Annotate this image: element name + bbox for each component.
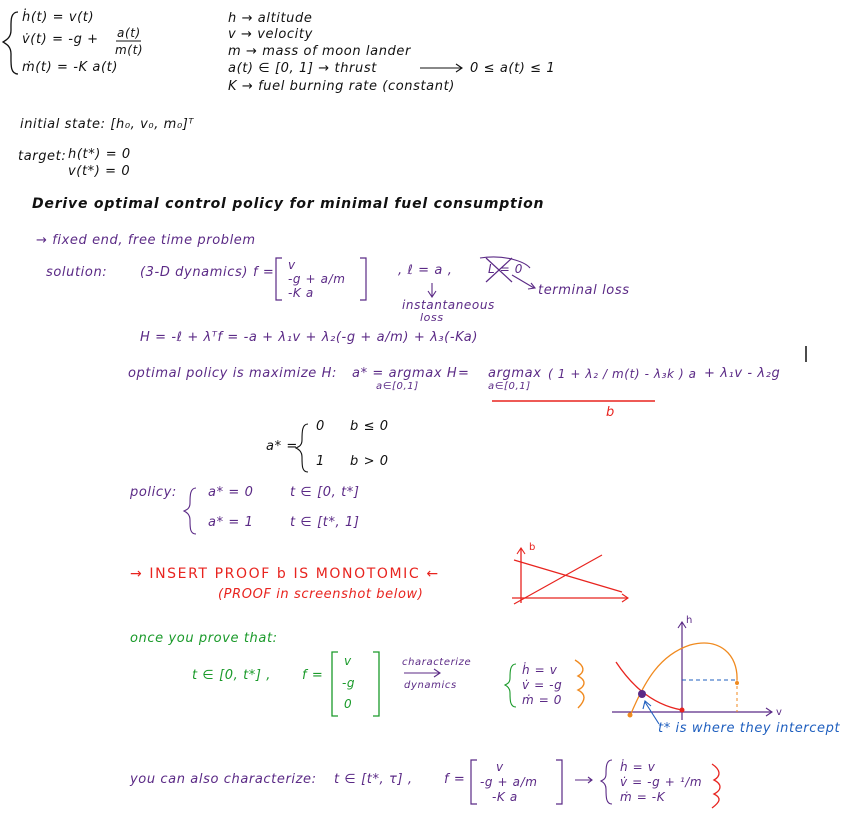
initial-state: initial state: [h₀, v₀, m₀]ᵀ: [20, 117, 195, 132]
target-label: target:: [18, 149, 67, 164]
def-a-bound: 0 ≤ a(t) ≤ 1: [470, 61, 556, 76]
solution-label: solution:: [46, 265, 108, 280]
dynamics-brace: [1, 11, 19, 75]
policy-case-1: a* = 0: [208, 485, 254, 500]
intercept-note: t* is where they intercept: [658, 721, 841, 736]
target-v: v(t*) = 0: [68, 164, 131, 179]
argmax-sub: a∈[0,1]: [376, 381, 419, 392]
proof-subnote: (PROOF in screenshot below): [218, 587, 424, 602]
astar-case-2-cond: b > 0: [350, 454, 389, 469]
proof-note: → INSERT PROOF b IS MONOTOMIC ←: [130, 566, 440, 582]
plot-h-label: h: [686, 615, 693, 626]
also-f-row-2: -g + a/m: [480, 775, 538, 789]
argmax-2-sub: a∈[0,1]: [488, 381, 531, 392]
astar-case-2-val: 1: [316, 454, 325, 469]
target-h: h(t*) = 0: [68, 147, 131, 162]
char-arrow-label-1: characterize: [402, 657, 472, 668]
astar-case-1-val: 0: [316, 419, 325, 434]
policy-case-2: a* = 1: [208, 515, 254, 530]
expr-tail: + λ₁v - λ₂g: [704, 366, 781, 381]
also-f-row-3: -K a: [492, 790, 518, 804]
def-m: m → mass of moon lander: [228, 44, 411, 59]
f-row-3: -K a: [288, 286, 314, 300]
def-a: a(t) ∈ [0, 1] → thrust: [228, 61, 377, 76]
dyn-eq-v-num: a(t): [117, 26, 141, 40]
char-f-label: f =: [302, 668, 324, 683]
dyn-label: (3-D dynamics): [140, 265, 248, 280]
loss-def: , ℓ = a ,: [398, 263, 453, 278]
also-sys-2: v̇ = -g + ¹/m: [620, 775, 703, 789]
f-row-1: v: [288, 258, 296, 272]
astar-lhs: a* =: [266, 439, 298, 454]
instantaneous-2: loss: [420, 311, 444, 324]
dyn-eq-v-den: m(t): [115, 43, 144, 57]
policy-label: policy:: [130, 485, 177, 500]
once-label: once you prove that:: [130, 631, 278, 646]
char-arrow-label-2: dynamics: [404, 680, 457, 691]
b-label: b: [606, 405, 615, 420]
hamiltonian: H = -ℓ + λᵀf = -a + λ₁v + λ₂(-g + a/m) +…: [140, 330, 479, 345]
proof-axis-b: b: [529, 542, 536, 553]
problem-type: → fixed end, free time problem: [36, 233, 256, 248]
char-sys-1: ḣ = v: [522, 663, 558, 677]
crossed-terminal: L = 0: [488, 262, 524, 276]
dyn-eq-h: ḣ(t) = v(t): [22, 10, 95, 25]
also-sys-3: ṁ = -K: [620, 790, 666, 804]
policy-case-1-t: t ∈ [0, t*]: [290, 485, 360, 500]
char-sys-2: v̇ = -g: [522, 678, 563, 692]
b-expression: ( 1 + λ₂ / m(t) - λ₃k ) a: [548, 367, 697, 381]
dyn-eq-m: ṁ(t) = -K a(t): [22, 60, 119, 75]
char-f-row-2: -g: [342, 676, 356, 690]
char-t-range: t ∈ [0, t*] ,: [192, 668, 272, 683]
astar-argmax: a* = argmax H: [352, 366, 458, 381]
char-f-row-3: 0: [344, 697, 353, 711]
def-v: v → velocity: [228, 27, 313, 42]
def-h: h → altitude: [228, 11, 313, 26]
f-label: f =: [253, 265, 275, 280]
also-f-label: f =: [444, 772, 466, 787]
astar-case-1-cond: b ≤ 0: [350, 419, 389, 434]
intercept-point: [638, 690, 646, 698]
def-k: K → fuel burning rate (constant): [228, 79, 455, 94]
also-label: you can also characterize:: [130, 772, 317, 787]
plot-v-label: v: [776, 707, 782, 718]
policy-max-label: optimal policy is maximize H:: [128, 366, 337, 381]
terminal-loss: terminal loss: [538, 283, 630, 298]
instantaneous-1: instantaneous: [402, 298, 495, 312]
f-row-2: -g + a/m: [288, 272, 346, 286]
char-f-row-1: v: [344, 654, 352, 668]
argmax-2: argmax: [488, 366, 542, 381]
also-t-range: t ∈ [t*, τ] ,: [334, 772, 413, 787]
page-heading: Derive optimal control policy for minima…: [32, 196, 545, 212]
policy-case-2-t: t ∈ [t*, 1]: [290, 515, 360, 530]
eq-sign: =: [458, 366, 470, 381]
char-sys-3: ṁ = 0: [522, 693, 563, 707]
dyn-eq-v: v̇(t) = -g +: [22, 32, 99, 47]
also-f-row-1: v: [496, 760, 504, 774]
also-sys-1: ḣ = v: [620, 760, 656, 774]
